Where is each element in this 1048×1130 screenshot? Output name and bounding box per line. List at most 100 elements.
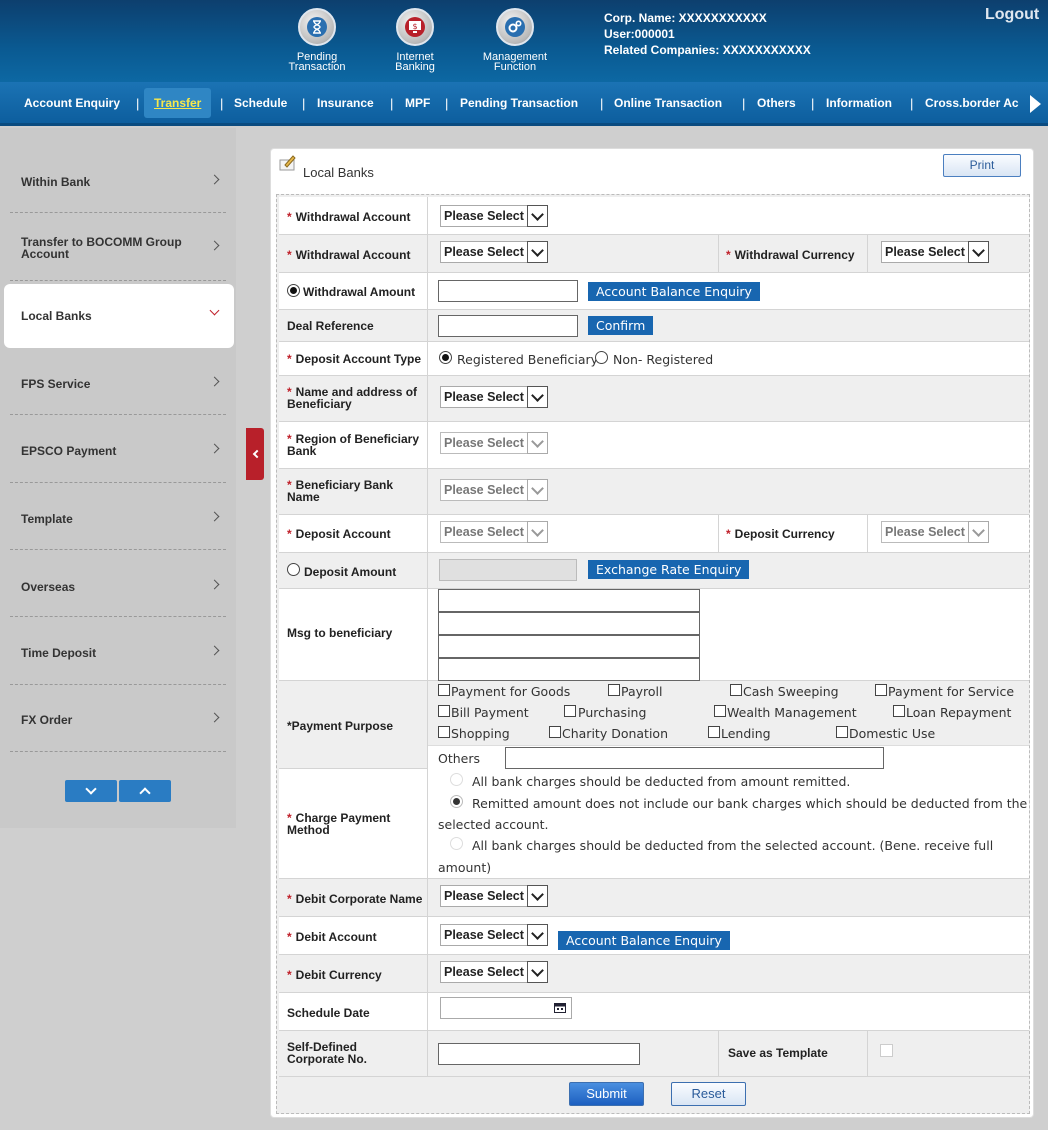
nav-others[interactable]: Others — [757, 82, 796, 123]
nav-schedule[interactable]: Schedule — [234, 82, 287, 123]
sidebar-item-local-banks[interactable]: Local Banks — [4, 284, 234, 348]
non-registered-radio[interactable] — [595, 351, 608, 364]
sidebar-item-label: Overseas — [21, 580, 76, 594]
sidebar-item-within-bank[interactable]: Within Bank — [4, 150, 234, 214]
others-input[interactable] — [505, 747, 884, 769]
purpose-checkbox[interactable] — [708, 726, 720, 738]
debit-corporate-name-select[interactable]: Please Select — [440, 885, 548, 907]
print-button[interactable]: Print — [943, 154, 1021, 177]
msg-line-1-input[interactable] — [438, 589, 700, 612]
purpose-checkbox[interactable] — [549, 726, 561, 738]
withdrawal-currency-select[interactable]: Please Select — [881, 241, 989, 263]
schedule-date-input[interactable] — [440, 997, 572, 1019]
purpose-checkbox[interactable] — [564, 705, 576, 717]
internet-label-2: Banking — [395, 61, 435, 73]
deposit-amount-radio[interactable] — [287, 563, 300, 576]
pending-label-2: Transaction — [288, 61, 346, 73]
management-function-shortcut[interactable]: Management Function — [478, 8, 552, 73]
sidebar-item-fx-order[interactable]: FX Order — [4, 688, 234, 752]
submit-button[interactable]: Submit — [569, 1082, 644, 1106]
beneficiary-bank-name-select[interactable]: Please Select — [440, 479, 548, 501]
sidebar-collapse-button[interactable] — [246, 428, 264, 480]
label-deposit-amount: Deposit Amount — [304, 565, 397, 579]
form-row-deposit-account: * Deposit Account Please Select * Deposit … — [279, 515, 1029, 553]
reset-button[interactable]: Reset — [671, 1082, 746, 1106]
chevron-left-icon — [252, 449, 261, 459]
save-as-template-checkbox[interactable] — [880, 1044, 893, 1057]
registered-beneficiary-radio[interactable] — [439, 351, 452, 364]
withdrawal-account-2-select[interactable]: Please Select — [440, 241, 548, 263]
nav-mpf[interactable]: MPF — [405, 82, 430, 123]
deposit-account-select[interactable]: Please Select — [440, 521, 548, 543]
withdrawal-amount-radio[interactable] — [287, 284, 300, 297]
deal-reference-input[interactable] — [438, 315, 578, 337]
account-balance-enquiry-button[interactable]: Account Balance Enquiry — [588, 282, 760, 301]
purpose-label: Payment for Service — [888, 684, 1015, 699]
sidebar-item-time-deposit[interactable]: Time Deposit — [4, 621, 234, 685]
logout-link[interactable]: Logout — [985, 6, 1039, 24]
sidebar-item-bocomm-group[interactable]: Transfer to BOCOMM Group Account — [4, 216, 234, 280]
debit-currency-select[interactable]: Please Select — [440, 961, 548, 983]
form-row-payment-purpose: *Payment Purpose Payment for Goods Payro… — [279, 681, 1029, 769]
msg-line-3-input[interactable] — [438, 635, 700, 658]
form-row-region-beneficiary-bank: * Region of Beneficiary Bank Please Selec… — [279, 422, 1029, 469]
form-row-charge-payment-method: * Charge Payment Method All bank charges … — [279, 769, 1029, 879]
nav-cross-border[interactable]: Cross.border Ac — [925, 82, 1025, 123]
label-debit-currency: * Debit Currency — [287, 968, 382, 982]
sidebar-item-overseas[interactable]: Overseas — [4, 555, 234, 619]
sidebar-item-template[interactable]: Template — [4, 487, 234, 551]
internet-banking-shortcut[interactable]: $ Internet Banking — [378, 8, 452, 73]
exchange-rate-enquiry-button[interactable]: Exchange Rate Enquiry — [588, 560, 750, 579]
nav-pending-transaction[interactable]: Pending Transaction — [460, 82, 578, 123]
debit-account-select[interactable]: Please Select — [440, 924, 548, 946]
name-address-beneficiary-select[interactable]: Please Select — [440, 386, 548, 408]
nav-scroll-right-icon[interactable] — [1030, 95, 1041, 113]
deposit-amount-input[interactable] — [439, 559, 577, 581]
nav-information[interactable]: Information — [826, 82, 892, 123]
charge-option-2-radio[interactable] — [450, 795, 463, 808]
charge-option-1-radio[interactable] — [450, 773, 463, 786]
purpose-checkbox[interactable] — [438, 705, 450, 717]
purpose-checkbox[interactable] — [714, 705, 726, 717]
purpose-checkbox[interactable] — [893, 705, 905, 717]
chevron-down-icon — [527, 241, 548, 263]
withdrawal-account-select[interactable]: Please Select — [440, 205, 548, 227]
debit-account-balance-enquiry-button[interactable]: Account Balance Enquiry — [558, 931, 730, 950]
confirm-button[interactable]: Confirm — [588, 316, 654, 335]
purpose-checkbox[interactable] — [438, 726, 450, 738]
purpose-checkbox[interactable] — [608, 684, 620, 696]
nav-insurance[interactable]: Insurance — [317, 82, 374, 123]
calendar-icon[interactable] — [554, 1003, 566, 1013]
charge-option-3-radio[interactable] — [450, 837, 463, 850]
label-deposit-account-type: * Deposit Account Type — [287, 352, 422, 366]
sidebar-item-label: Time Deposit — [21, 646, 97, 660]
label-debit-corporate-name: * Debit Corporate Name — [287, 892, 423, 906]
divider — [10, 414, 226, 415]
sidebar-item-fps-service[interactable]: FPS Service — [4, 352, 234, 416]
self-defined-corp-no-input[interactable] — [438, 1043, 640, 1065]
nav-online-transaction[interactable]: Online Transaction — [614, 82, 722, 123]
pending-transaction-shortcut[interactable]: Pending Transaction — [280, 8, 354, 73]
sidebar-item-epsco-payment[interactable]: EPSCO Payment — [4, 419, 234, 483]
region-beneficiary-bank-select[interactable]: Please Select — [440, 432, 548, 454]
nav-transfer[interactable]: Transfer — [144, 88, 212, 118]
charge-option-1-label: All bank charges should be deducted from… — [472, 774, 851, 789]
nav-separator: | — [742, 96, 746, 111]
scroll-down-button[interactable] — [65, 780, 117, 802]
msg-line-4-input[interactable] — [438, 658, 700, 681]
purpose-checkbox[interactable] — [438, 684, 450, 696]
local-banks-panel: Local Banks Print * Withdrawal Account Pl… — [270, 148, 1034, 1118]
purpose-checkbox[interactable] — [875, 684, 887, 696]
scroll-up-button[interactable] — [119, 780, 171, 802]
chevron-down-icon — [968, 241, 989, 263]
gears-icon — [496, 8, 534, 46]
withdrawal-amount-input[interactable] — [438, 280, 578, 302]
deposit-currency-select[interactable]: Please Select — [881, 521, 989, 543]
purpose-checkbox[interactable] — [730, 684, 742, 696]
nav-account-enquiry[interactable]: Account Enquiry — [24, 82, 120, 123]
msg-line-2-input[interactable] — [438, 612, 700, 635]
form-row-withdrawal-amount: Withdrawal Amount Account Balance Enquir… — [279, 273, 1029, 310]
registered-beneficiary-label: Registered Beneficiary — [457, 352, 599, 367]
purpose-checkbox[interactable] — [836, 726, 848, 738]
nav-separator: | — [445, 96, 449, 111]
